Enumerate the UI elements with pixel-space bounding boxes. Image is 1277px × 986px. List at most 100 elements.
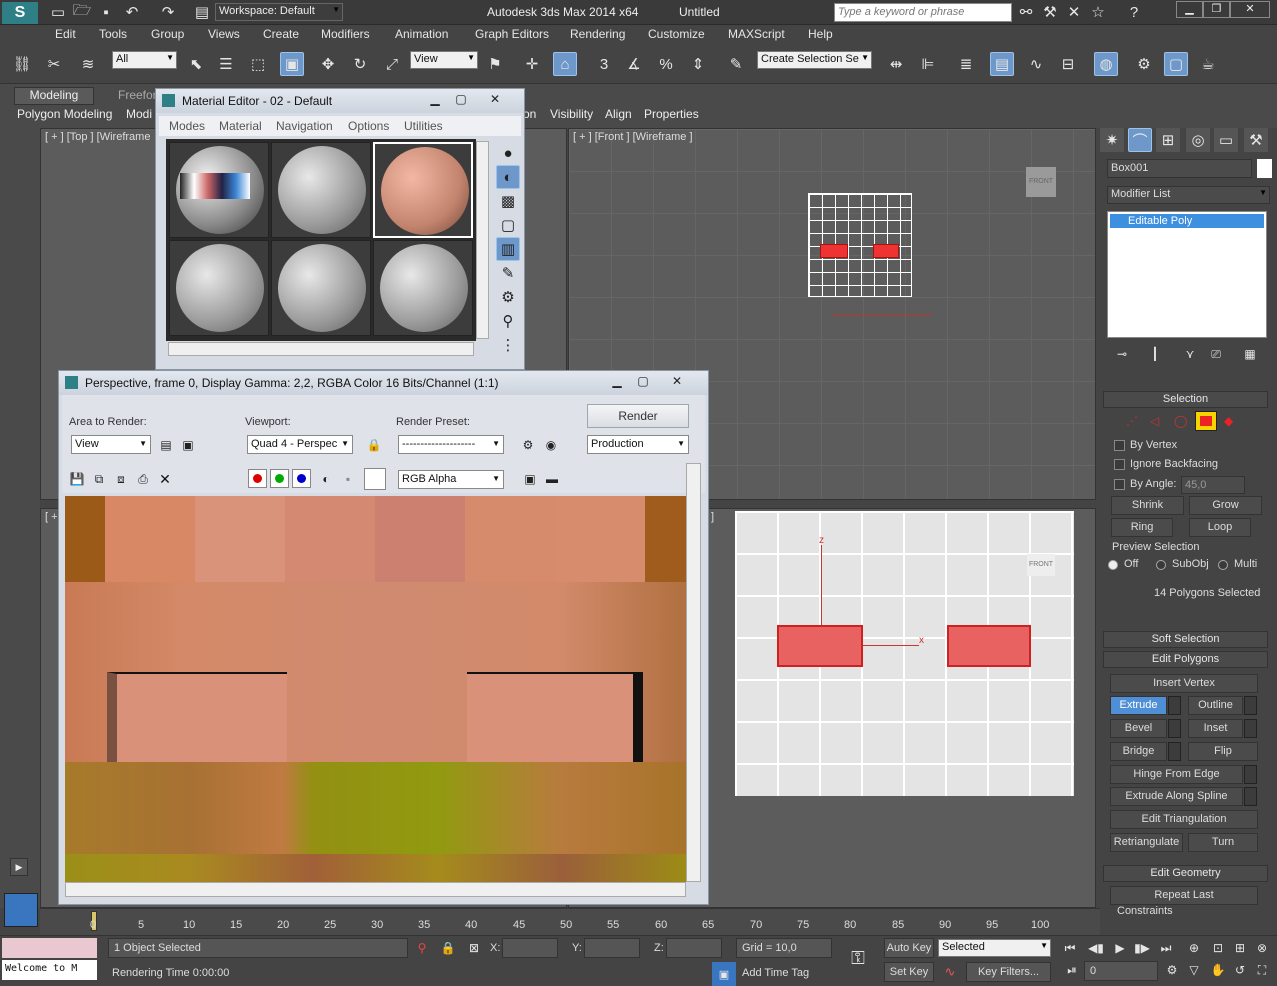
menu-edit[interactable]: Edit <box>55 27 76 41</box>
layer-manager-icon[interactable]: ≣ <box>954 52 978 76</box>
outline-button[interactable]: Outline <box>1188 696 1243 715</box>
bevel-button[interactable]: Bevel <box>1110 719 1167 738</box>
maxscript-listener-pink[interactable] <box>2 938 97 958</box>
minimize-button[interactable]: ▁ <box>1176 1 1203 18</box>
display-channel-dropdown[interactable]: RGB Alpha <box>398 470 504 489</box>
loop-button[interactable]: Loop <box>1189 518 1251 537</box>
environment-effects-icon[interactable]: ◉ <box>539 433 563 457</box>
orbit-icon[interactable]: ↺ <box>1228 958 1252 982</box>
menu-maxscript[interactable]: MAXScript <box>728 27 785 41</box>
object-color-swatch[interactable] <box>1257 159 1272 178</box>
field-of-view-icon[interactable]: ▽ <box>1182 958 1206 982</box>
angle-snap-icon[interactable]: ∡ <box>622 52 646 76</box>
sample-uv-icon[interactable]: ▢ <box>496 213 520 237</box>
stack-item-editable-poly[interactable]: Editable Poly <box>1110 214 1264 228</box>
ribbon-tab-modeling[interactable]: Modeling <box>14 87 94 105</box>
by-angle-checkbox[interactable] <box>1114 479 1125 490</box>
scale-icon[interactable]: ⤢ <box>380 52 404 76</box>
hierarchy-tab-icon[interactable]: ⊞ <box>1156 128 1180 152</box>
video-color-icon[interactable]: ▥ <box>496 237 520 261</box>
redo-icon[interactable]: ↷ <box>156 0 180 24</box>
inset-settings-icon[interactable] <box>1244 719 1257 738</box>
remove-modifier-icon[interactable]: ⎚ <box>1204 342 1228 366</box>
link-icon[interactable]: ⛓ <box>10 52 34 76</box>
render-production-icon[interactable]: ☕ <box>1196 52 1220 76</box>
turn-button[interactable]: Turn <box>1188 833 1258 852</box>
modify-tab-icon[interactable]: ⌒ <box>1128 128 1152 152</box>
backlight-icon[interactable]: ◐ <box>496 165 520 189</box>
maximize-button[interactable]: ❐ <box>1203 1 1230 18</box>
subobj-border-icon[interactable]: ◯ <box>1174 414 1187 428</box>
key-mode-toggle-icon[interactable]: ⏯ <box>1060 958 1084 982</box>
sample-type-icon[interactable]: ● <box>496 141 520 165</box>
spinner-snap-icon[interactable]: ⇕ <box>686 52 710 76</box>
help-icon[interactable]: ? <box>1122 0 1146 24</box>
edit-triangulation-button[interactable]: Edit Triangulation <box>1110 810 1258 829</box>
sample-slot-4[interactable] <box>169 240 269 336</box>
selection-lock-icon[interactable]: 🔒 <box>436 936 460 960</box>
undo-icon[interactable]: ↶ <box>120 0 144 24</box>
toggle-ui-icon[interactable]: ▬ <box>540 467 564 491</box>
maximize-viewport-icon[interactable]: ⊗ <box>1250 936 1274 960</box>
search-input[interactable]: Type a keyword or phrase <box>834 3 1012 22</box>
edit-geometry-rollout-header[interactable]: Edit Geometry <box>1103 865 1268 882</box>
save-image-icon[interactable]: 💾 <box>65 467 89 491</box>
lock-viewport-icon[interactable]: 🔒 <box>362 433 386 457</box>
material-editor-maximize[interactable]: ▢ <box>448 92 474 109</box>
copy-image-icon[interactable]: ⧉ <box>87 467 111 491</box>
play-icon[interactable]: ▶ <box>1108 936 1132 960</box>
menu-views[interactable]: Views <box>208 27 240 41</box>
new-file-icon[interactable]: ▭ <box>46 0 70 24</box>
me-menu-material[interactable]: Material <box>219 119 262 133</box>
ribbon-polygon-modeling[interactable]: Polygon Modeling <box>17 107 112 121</box>
edit-named-sets-icon[interactable]: ✎ <box>724 52 748 76</box>
ribbon-extra[interactable]: on <box>523 107 536 121</box>
render-window-titlebar[interactable]: Perspective, frame 0, Display Gamma: 2,2… <box>59 371 708 395</box>
ring-button[interactable]: Ring <box>1111 518 1173 537</box>
extrude-settings-icon[interactable] <box>1168 696 1181 715</box>
soft-selection-rollout-header[interactable]: Soft Selection <box>1103 631 1268 648</box>
bevel-settings-icon[interactable] <box>1168 719 1181 738</box>
window-crossing-icon[interactable]: ▣ <box>280 52 304 76</box>
rendered-frame-icon[interactable]: ▢ <box>1164 52 1188 76</box>
menu-modifiers[interactable]: Modifiers <box>321 27 370 41</box>
modifier-list-dropdown[interactable]: Modifier List <box>1107 186 1270 204</box>
color-swatch[interactable] <box>364 468 386 490</box>
shrink-button[interactable]: Shrink <box>1111 496 1184 515</box>
viewport-left-label[interactable]: [ + <box>45 511 58 523</box>
close-button[interactable]: ✕ <box>1230 1 1270 18</box>
tools-icon[interactable]: ⚒ <box>1038 0 1062 24</box>
render-preset-dropdown[interactable]: -------------------- <box>398 435 504 454</box>
render-hscroll[interactable] <box>65 882 686 897</box>
save-file-icon[interactable]: ▪ <box>94 0 118 24</box>
show-end-result-icon[interactable]: ┃ <box>1143 342 1167 366</box>
preview-subobj-radio[interactable] <box>1156 560 1166 570</box>
viewport-layout-icon[interactable] <box>4 893 38 927</box>
menu-customize[interactable]: Customize <box>648 27 705 41</box>
render-button[interactable]: Render <box>587 404 689 428</box>
area-to-render-dropdown[interactable]: View <box>71 435 151 454</box>
next-frame-icon[interactable]: ▮▶ <box>1130 936 1154 960</box>
viewcube-front[interactable]: FRONT <box>1026 167 1056 197</box>
binoculars-icon[interactable]: ⚯ <box>1014 0 1038 24</box>
grow-button[interactable]: Grow <box>1189 496 1262 515</box>
utilities-tab-icon[interactable]: ⚒ <box>1244 128 1268 152</box>
communication-icon[interactable]: ✕ <box>1062 0 1086 24</box>
goto-start-icon[interactable]: ⏮ <box>1058 936 1082 960</box>
blue-channel-button[interactable] <box>292 469 311 488</box>
viewcube-persp[interactable]: FRONT <box>1027 554 1055 576</box>
menu-group[interactable]: Group <box>151 27 184 41</box>
me-menu-utilities[interactable]: Utilities <box>404 119 443 133</box>
me-menu-modes[interactable]: Modes <box>169 119 205 133</box>
viewport-dropdown[interactable]: Quad 4 - Perspec <box>247 435 353 454</box>
viewport-top-label[interactable]: [ + ] [Top ] [Wireframe <box>45 131 150 143</box>
pan-icon[interactable]: ✋ <box>1206 958 1230 982</box>
alpha-channel-icon[interactable]: ◐ <box>314 467 338 491</box>
bind-spacewarp-icon[interactable]: ≋ <box>76 52 100 76</box>
schematic-view-icon[interactable]: ⊟ <box>1056 52 1080 76</box>
maxscript-listener-white[interactable]: Welcome to M <box>2 960 97 980</box>
create-tab-icon[interactable]: ✷ <box>1100 128 1124 152</box>
red-channel-button[interactable] <box>248 469 267 488</box>
menu-animation[interactable]: Animation <box>395 27 448 41</box>
viewport-front-label[interactable]: [ + ] [Front ] [Wireframe ] <box>573 131 693 143</box>
